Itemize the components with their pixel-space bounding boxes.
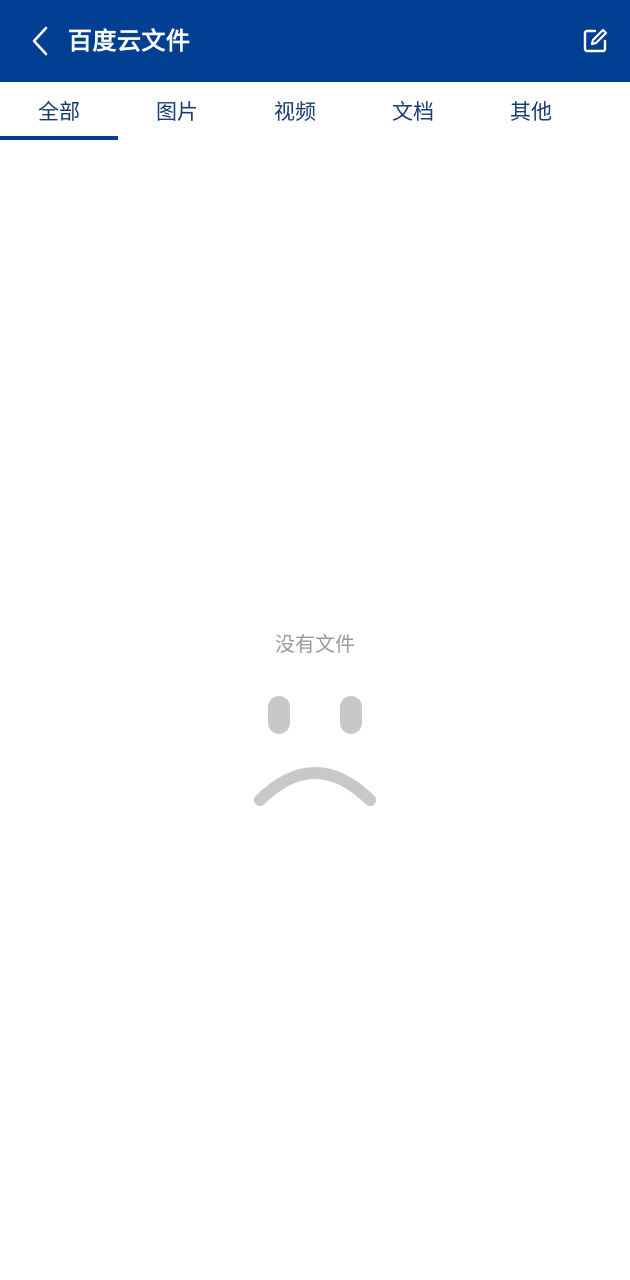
- app-screen: 百度云文件 全部 图片 视频 文档 其他 没有文件: [0, 0, 630, 1280]
- edit-button[interactable]: [576, 22, 614, 60]
- back-button[interactable]: [20, 21, 60, 61]
- category-tabs: 全部 图片 视频 文档 其他: [0, 82, 630, 140]
- edit-icon: [583, 28, 608, 53]
- top-app-bar: 百度云文件: [0, 0, 630, 82]
- tab-videos[interactable]: 视频: [236, 82, 354, 140]
- active-tab-indicator: [0, 136, 118, 140]
- tab-documents[interactable]: 文档: [354, 82, 472, 140]
- tab-others[interactable]: 其他: [472, 82, 590, 140]
- empty-message: 没有文件: [275, 632, 355, 656]
- page-title: 百度云文件: [68, 27, 191, 55]
- chevron-left-icon: [32, 26, 48, 56]
- tab-images[interactable]: 图片: [118, 82, 236, 140]
- sad-face-icon: [254, 696, 376, 806]
- tab-all[interactable]: 全部: [0, 82, 118, 140]
